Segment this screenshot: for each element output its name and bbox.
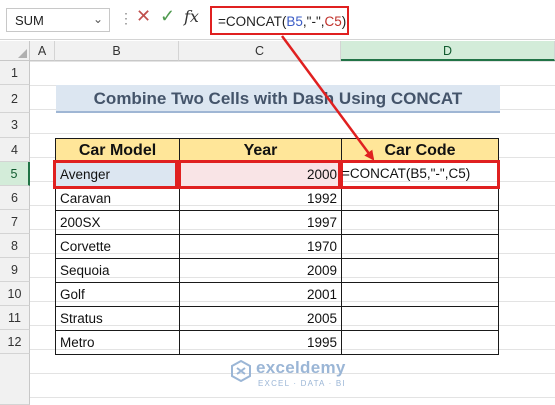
cell-d11[interactable] xyxy=(341,306,499,331)
exceldemy-logo-icon xyxy=(231,360,251,382)
cell-b6[interactable]: Caravan xyxy=(55,186,180,211)
formula-ref-c5: C5 xyxy=(324,14,342,29)
insert-function-icon[interactable]: fx xyxy=(184,7,199,26)
table-row: Stratus 2005 xyxy=(55,306,499,331)
name-box-value: SUM xyxy=(15,13,44,28)
row-header-13[interactable] xyxy=(0,354,30,405)
enter-check-icon[interactable]: ✓ xyxy=(160,6,175,27)
name-box[interactable]: SUM ⌄ xyxy=(6,8,110,32)
table-header-row: Car Model Year Car Code xyxy=(55,138,499,163)
row-header-5[interactable]: 5 xyxy=(0,162,30,186)
highlight-b5 xyxy=(53,160,178,189)
cancel-icon[interactable]: ✕ xyxy=(136,6,151,27)
column-header-b[interactable]: B xyxy=(55,41,179,61)
formula-ref-b5: B5 xyxy=(286,14,303,29)
header-year[interactable]: Year xyxy=(179,138,342,163)
table-row: Caravan 1992 xyxy=(55,186,499,211)
cell-c9[interactable]: 2009 xyxy=(179,258,342,283)
cell-b8[interactable]: Corvette xyxy=(55,234,180,259)
d5-formula-text: =CONCAT(B5,"-",C5) xyxy=(342,166,471,181)
formula-suffix: ) xyxy=(341,14,347,29)
column-header-a[interactable]: A xyxy=(30,41,55,61)
header-car-model[interactable]: Car Model xyxy=(55,138,180,163)
row-header-6[interactable]: 6 xyxy=(0,186,30,210)
row-header-10[interactable]: 10 xyxy=(0,282,30,306)
formula-mid: ,"-", xyxy=(302,14,325,29)
cell-c11[interactable]: 2005 xyxy=(179,306,342,331)
header-car-code[interactable]: Car Code xyxy=(341,138,499,163)
highlight-c5 xyxy=(178,160,341,189)
row-header-9[interactable]: 9 xyxy=(0,258,30,282)
row-header-4[interactable]: 4 xyxy=(0,138,30,162)
cell-b11[interactable]: Stratus xyxy=(55,306,180,331)
cell-c6[interactable]: 1992 xyxy=(179,186,342,211)
select-all-triangle-icon xyxy=(18,49,27,58)
cell-b7[interactable]: 200SX xyxy=(55,210,180,235)
watermark-tagline: EXCEL · DATA · BI xyxy=(258,379,346,388)
cell-d6[interactable] xyxy=(341,186,499,211)
cell-b12[interactable]: Metro xyxy=(55,330,180,355)
table-row: 200SX 1997 xyxy=(55,210,499,235)
row-header-8[interactable]: 8 xyxy=(0,234,30,258)
cell-c10[interactable]: 2001 xyxy=(179,282,342,307)
row-header-3[interactable]: 3 xyxy=(0,113,30,138)
row-header-2[interactable]: 2 xyxy=(0,85,30,113)
table-row: Sequoia 2009 xyxy=(55,258,499,283)
table-row: Golf 2001 xyxy=(55,282,499,307)
column-header-d[interactable]: D xyxy=(341,41,555,61)
cell-c12[interactable]: 1995 xyxy=(179,330,342,355)
column-header-c[interactable]: C xyxy=(179,41,341,61)
exceldemy-watermark: exceldemy EXCEL · DATA · BI xyxy=(230,358,360,396)
table-row: Metro 1995 xyxy=(55,330,499,355)
table-row: Corvette 1970 xyxy=(55,234,499,259)
cell-d9[interactable] xyxy=(341,258,499,283)
cell-d10[interactable] xyxy=(341,282,499,307)
more-options-icon[interactable]: ⋮ xyxy=(119,10,133,27)
row-header-12[interactable]: 12 xyxy=(0,330,30,354)
cell-d8[interactable] xyxy=(341,234,499,259)
cell-b9[interactable]: Sequoia xyxy=(55,258,180,283)
cell-c8[interactable]: 1970 xyxy=(179,234,342,259)
formula-input[interactable]: =CONCAT(B5,"-",C5) xyxy=(210,6,349,35)
cell-b10[interactable]: Golf xyxy=(55,282,180,307)
formula-bar: SUM ⌄ ⋮ ✕ ✓ fx =CONCAT(B5,"-",C5) xyxy=(0,0,555,40)
formula-prefix: =CONCAT( xyxy=(218,14,287,29)
cell-d7[interactable] xyxy=(341,210,499,235)
watermark-name: exceldemy xyxy=(256,358,346,377)
sheet-title[interactable]: Combine Two Cells with Dash Using CONCAT xyxy=(56,85,500,113)
row-header-11[interactable]: 11 xyxy=(0,306,30,330)
chevron-down-icon[interactable]: ⌄ xyxy=(93,12,103,26)
row-header-7[interactable]: 7 xyxy=(0,210,30,234)
select-all-corner[interactable] xyxy=(0,41,30,61)
row-header-1[interactable]: 1 xyxy=(0,61,30,85)
cell-c7[interactable]: 1997 xyxy=(179,210,342,235)
cell-d12[interactable] xyxy=(341,330,499,355)
